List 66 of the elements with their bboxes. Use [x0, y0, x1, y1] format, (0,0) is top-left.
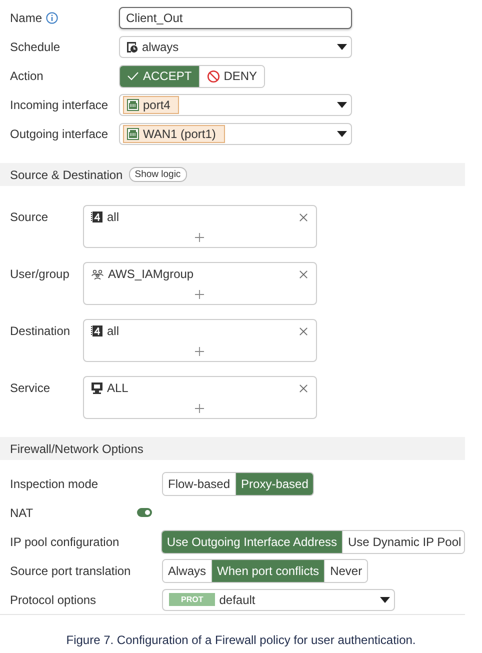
field-label: Destination: [10, 323, 72, 338]
field-label: Inspection mode: [10, 476, 100, 490]
field-label: IP pool configuration: [10, 534, 120, 548]
info-icon[interactable]: [46, 12, 58, 24]
monitor-icon: [91, 382, 103, 394]
field-label: User/group: [10, 266, 70, 281]
segment-button[interactable]: Never: [324, 560, 368, 582]
multi-select-field[interactable]: AWS_IAMgroup: [83, 262, 317, 305]
field-label: Source: [10, 209, 50, 224]
entry-text: AWS_IAMgroup: [108, 267, 194, 281]
action-button[interactable]: ACCEPT: [120, 66, 199, 86]
caret-icon: [380, 596, 390, 602]
section-title: Source & Destination: [10, 168, 123, 182]
entry-text: ALL: [107, 381, 128, 395]
field-label: Outgoing interface: [10, 127, 108, 141]
dropdown[interactable]: PROT default: [162, 588, 395, 610]
multi-select-field[interactable]: all: [83, 205, 317, 248]
check-icon: [127, 71, 139, 81]
interface-chip: WAN1 (port1): [123, 125, 225, 143]
add-icon[interactable]: [195, 347, 204, 356]
segment-button[interactable]: Use Outgoing Interface Address: [162, 530, 342, 552]
caret-icon: [337, 131, 347, 137]
remove-icon[interactable]: [299, 270, 308, 278]
port-icon: [127, 99, 139, 111]
field-label: Incoming interface: [10, 98, 108, 112]
profile-badge: PROT: [169, 593, 216, 606]
users-icon: [91, 268, 104, 280]
field-label: Name: [10, 11, 42, 25]
dropdown[interactable]: WAN1 (port1): [119, 123, 352, 145]
toggle-switch[interactable]: [137, 508, 152, 517]
field-label: Action: [10, 69, 44, 83]
dropdown[interactable]: always: [119, 36, 352, 58]
entry-text: all: [107, 210, 120, 224]
port-icon: [127, 128, 139, 140]
schedule-icon: [126, 41, 138, 53]
section-title: Firewall/Network Options: [10, 442, 144, 456]
entry-text: all: [107, 324, 120, 338]
add-icon[interactable]: [195, 233, 204, 242]
multi-select-field[interactable]: all: [83, 319, 317, 362]
field-label: Schedule: [10, 40, 60, 54]
segment-button[interactable]: Use Dynamic IP Pool: [342, 530, 464, 552]
dropdown-value: always: [142, 40, 179, 54]
field-label: Protocol options: [10, 592, 98, 606]
field-label: Source port translation: [10, 564, 132, 578]
field-label: Service: [10, 380, 52, 395]
remove-icon[interactable]: [299, 212, 308, 222]
caret-icon: [337, 44, 347, 50]
add-icon[interactable]: [195, 404, 204, 413]
caret-icon: [337, 102, 347, 108]
action-button[interactable]: DENY: [198, 66, 264, 86]
multi-select-field[interactable]: ALL: [83, 376, 317, 419]
ban-icon: [206, 70, 220, 82]
address-icon: [91, 325, 103, 337]
field-label: NAT: [10, 506, 34, 520]
name-input[interactable]: Client_Out: [119, 7, 352, 29]
figure-caption: Figure 7. Configuration of a Firewall policy for user authentication.: [65, 633, 417, 647]
remove-icon[interactable]: [299, 384, 308, 392]
remove-icon[interactable]: [299, 326, 308, 336]
dropdown-value: default: [219, 592, 256, 606]
address-icon: [91, 211, 103, 223]
segment-button[interactable]: Proxy-based: [235, 472, 314, 494]
dropdown[interactable]: port4: [119, 94, 352, 116]
show-logic-button[interactable]: Show logic: [128, 167, 187, 182]
interface-chip: port4: [123, 96, 180, 114]
add-icon[interactable]: [195, 290, 204, 299]
segment-button[interactable]: When port conflicts: [211, 560, 324, 582]
